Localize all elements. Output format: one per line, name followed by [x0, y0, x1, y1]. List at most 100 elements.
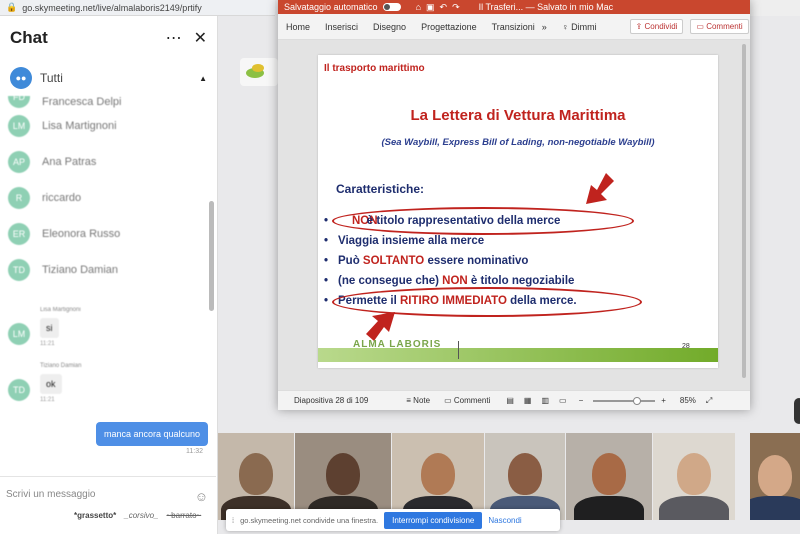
emoji-icon[interactable]: ☺ — [195, 489, 208, 504]
tell-me-label: Dimmi — [571, 21, 597, 32]
list-item[interactable]: TD Tiziano Damian — [0, 252, 217, 288]
list-item[interactable]: AP Ana Patras — [0, 144, 217, 180]
ppt-status-bar: Diapositiva 28 di 109 ≡ Note ▭ Commenti … — [278, 390, 750, 410]
share-button[interactable]: ⇪ Condividi — [629, 19, 684, 34]
tab-home[interactable]: Home — [286, 22, 310, 32]
message-input[interactable]: Scrivi un messaggio — [0, 477, 216, 500]
chat-message: TD Tiziano Damian ok 11:21 — [0, 361, 216, 417]
browser-edge — [750, 0, 800, 16]
tell-me[interactable]: ♀ Dimmi — [562, 22, 597, 32]
status-comments-button[interactable]: ▭ Commenti — [444, 396, 490, 405]
zoom-slider[interactable] — [593, 396, 656, 405]
avatar: LM — [8, 323, 30, 345]
footer-divider — [458, 341, 459, 359]
home-icon[interactable]: ⌂ — [416, 2, 421, 12]
message-time: 11:21 — [40, 341, 55, 347]
format-bold: *grassetto* — [74, 511, 117, 520]
chat-message: LM Lisa Martignoni si 11:21 — [0, 305, 216, 361]
message-text: si — [40, 318, 59, 338]
message-time: 11:21 — [40, 397, 55, 403]
notes-button[interactable]: ≡ Note — [406, 396, 430, 405]
ribbon-tabs: Home Inserisci Disegno Progettazione Tra… — [278, 14, 750, 40]
share-label: Condividi — [644, 22, 678, 31]
video-tile[interactable] — [485, 433, 565, 520]
chevron-up-icon[interactable]: ▲ — [199, 74, 207, 83]
tab-insert[interactable]: Inserisci — [325, 22, 358, 32]
member-name: Francesca Delpi — [42, 96, 122, 108]
share-bar-text: go.skymeeting.net condivide una finestra… — [240, 515, 379, 525]
member-list: FD Francesca Delpi LM Lisa Martignoni AP An… — [0, 96, 217, 316]
browser-url-bar[interactable]: 🔒 go.skymeeting.net/live/almalaboris2149… — [0, 0, 275, 16]
slide-scrollbar[interactable] — [742, 44, 746, 378]
video-tile[interactable] — [566, 433, 652, 520]
video-tile[interactable] — [653, 433, 735, 520]
member-name: Lisa Martignoni — [42, 120, 117, 132]
message-author: Tiziano Damian — [40, 363, 82, 369]
presenter-view-icon[interactable]: ▭ — [559, 396, 567, 405]
comments-label: Commenti — [706, 22, 743, 31]
drag-handle-icon[interactable]: ⁞ — [232, 516, 234, 525]
footer-text: FORMAZIONE AVANZATA — [466, 343, 539, 349]
group-icon: ●● — [10, 67, 32, 89]
reading-view-icon[interactable]: ▥ — [541, 396, 549, 405]
zoom-slider-thumb[interactable] — [633, 396, 642, 405]
tab-design[interactable]: Progettazione — [421, 22, 477, 32]
video-tile[interactable] — [392, 433, 484, 520]
alma-laboris-logo: ALMA LABORIS — [353, 339, 442, 350]
slide-page-number: 28 — [682, 343, 690, 350]
arrow-up-icon — [366, 312, 395, 341]
video-gap — [736, 433, 749, 520]
save-icon[interactable]: ▣ — [426, 2, 435, 13]
chat-title: Chat — [10, 28, 48, 47]
chat-group-tutti[interactable]: ●● Tutti ▲ — [0, 60, 217, 96]
list-item[interactable]: ER Eleonora Russo — [0, 216, 217, 252]
lightbulb-icon: ♀ — [561, 21, 569, 32]
video-thumbnails — [218, 433, 800, 520]
message-author: Lisa Martignoni — [40, 307, 81, 313]
normal-view-icon[interactable]: ▤ — [506, 396, 514, 405]
side-tab[interactable] — [794, 398, 800, 424]
message-list: LM Lisa Martignoni si 11:21 TD Tiziano D… — [0, 305, 216, 417]
fit-slide-icon[interactable]: ⤢ — [706, 396, 712, 406]
comments-button[interactable]: ▭ Commenti — [690, 19, 749, 34]
video-tile[interactable] — [750, 433, 800, 520]
autosave-toggle[interactable] — [382, 3, 401, 11]
avatar: AP — [8, 151, 30, 173]
avatar: FD — [8, 96, 30, 108]
tab-draw[interactable]: Disegno — [373, 22, 406, 32]
redo-icon[interactable]: ↷ — [452, 2, 460, 13]
video-tile[interactable] — [218, 433, 294, 520]
undo-icon[interactable]: ↶ — [440, 2, 448, 13]
list-item[interactable]: FD Francesca Delpi — [0, 96, 217, 108]
avatar: ER — [8, 223, 30, 245]
avatar: TD — [8, 379, 30, 401]
slide-footer-bar — [318, 348, 718, 362]
member-name: Tiziano Damian — [42, 264, 119, 276]
member-scrollbar[interactable] — [209, 201, 214, 311]
list-item[interactable]: Rriccardo — [0, 180, 217, 216]
list-item[interactable]: LM Lisa Martignoni — [0, 108, 217, 144]
more-icon[interactable]: ⋯ — [166, 28, 182, 48]
zoom-level[interactable]: 85% — [680, 396, 696, 405]
zoom-in-icon[interactable]: + — [661, 396, 666, 405]
stop-sharing-button[interactable]: Interrompi condivisione — [384, 511, 483, 529]
autosave-label: Salvataggio automatico — [284, 2, 378, 12]
format-hints: *grassetto* _corsivo_ ~barrato~ — [74, 511, 201, 520]
arrow-down-icon — [586, 173, 614, 204]
close-icon[interactable]: ✕ — [194, 28, 207, 48]
zoom-out-icon[interactable]: − — [579, 396, 584, 405]
video-tile[interactable] — [295, 433, 391, 520]
sorter-view-icon[interactable]: ▦ — [524, 396, 532, 405]
screen-share-bar: ⁞ go.skymeeting.net condivide una finest… — [226, 509, 560, 531]
slide[interactable]: Il trasporto marittimo La Lettera di Vet… — [318, 55, 718, 368]
hide-button[interactable]: Nascondi — [488, 516, 521, 525]
message-text: ok — [40, 374, 62, 394]
avatar: R — [8, 187, 30, 209]
own-message-time: 11:32 — [186, 448, 203, 455]
tab-transitions[interactable]: Transizioni — [492, 22, 535, 32]
member-name: riccardo — [42, 192, 82, 204]
member-name: Eleonora Russo — [42, 228, 121, 240]
more-tabs-icon[interactable]: » — [542, 22, 547, 32]
powerpoint-window: Salvataggio automatico ⌂ ▣ ↶ ↷ Il Trasfe… — [278, 0, 750, 410]
notes-label: Note — [413, 396, 431, 405]
